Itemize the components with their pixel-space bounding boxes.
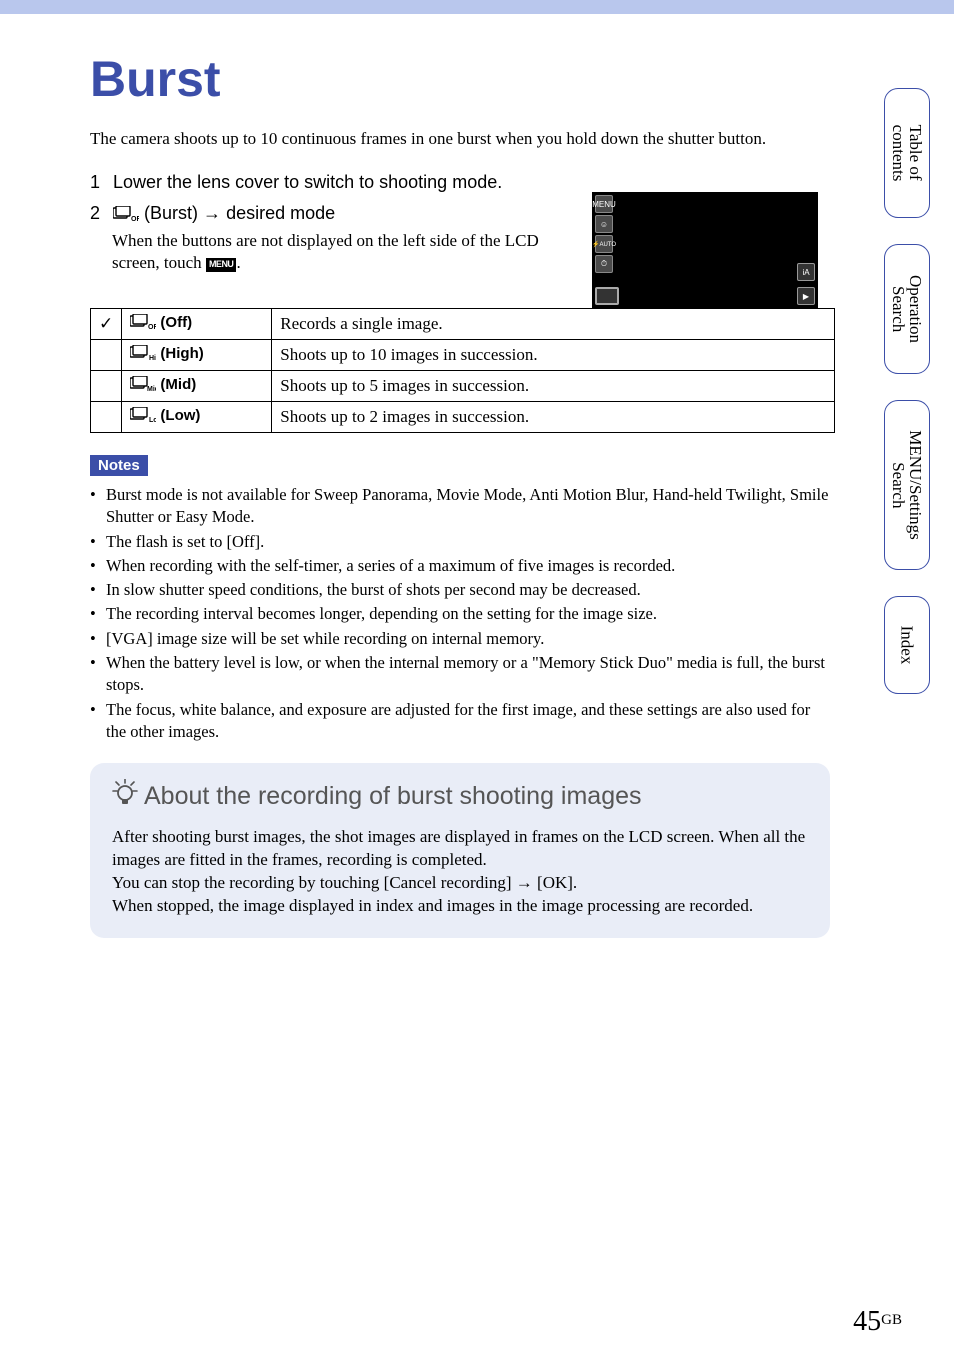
page-title: Burst bbox=[90, 50, 904, 108]
burst-hi-icon: Hi bbox=[130, 345, 156, 365]
page-num-value: 45 bbox=[853, 1306, 881, 1337]
side-tabs: Table of contents Operation Search MENU/… bbox=[884, 88, 930, 694]
thumb-flash-icon: ⚡AUTO bbox=[595, 235, 613, 253]
step-2-number: 2 bbox=[90, 200, 108, 227]
note-item: The recording interval becomes longer, d… bbox=[90, 603, 830, 625]
tab-label: MENU/Settings Search bbox=[890, 430, 924, 540]
mode-high-desc: Shoots up to 10 images in succession. bbox=[272, 340, 835, 371]
arrow-icon: → bbox=[203, 203, 221, 223]
svg-text:OFF: OFF bbox=[131, 216, 139, 222]
burst-modes-table: ✓ OFF (Off) Records a single image. Hi (… bbox=[90, 308, 835, 433]
mode-mid-label: Mid (Mid) bbox=[122, 371, 272, 402]
tab-label: Operation Search bbox=[890, 275, 924, 343]
thumb-mode-icon: iA bbox=[797, 263, 815, 281]
tab-label: Index bbox=[899, 626, 916, 665]
note-item: When recording with the self-timer, a se… bbox=[90, 555, 830, 577]
mode-mid-check bbox=[91, 371, 122, 402]
mode-high-label: Hi (High) bbox=[122, 340, 272, 371]
note-item: The focus, white balance, and exposure a… bbox=[90, 699, 830, 744]
mode-mid-desc: Shoots up to 5 images in succession. bbox=[272, 371, 835, 402]
burst-lo-icon: Lo bbox=[130, 407, 156, 427]
page-content: Burst The camera shoots up to 10 continu… bbox=[0, 0, 954, 938]
step-2-sub: When the buttons are not displayed on th… bbox=[112, 231, 539, 272]
mode-high-text: (High) bbox=[156, 345, 203, 362]
mode-low-label: Lo (Low) bbox=[122, 402, 272, 433]
note-item: In slow shutter speed conditions, the bu… bbox=[90, 579, 830, 601]
mode-off-text: (Off) bbox=[156, 314, 192, 331]
mode-high-check bbox=[91, 340, 122, 371]
burst-mid-icon: Mid bbox=[130, 376, 156, 396]
table-row: Mid (Mid) Shoots up to 5 images in succe… bbox=[91, 371, 835, 402]
thumb-smile-icon: ☺ bbox=[595, 215, 613, 233]
notes-label: Notes bbox=[90, 455, 148, 476]
page-num-suffix: GB bbox=[881, 1312, 902, 1328]
mode-off-desc: Records a single image. bbox=[272, 309, 835, 340]
tip-title-text: About the recording of burst shooting im… bbox=[144, 782, 642, 811]
thumb-menu-icon: MENU bbox=[595, 195, 613, 213]
page-number: 45GB bbox=[853, 1306, 902, 1338]
svg-text:Mid: Mid bbox=[147, 386, 156, 392]
step-1-number: 1 bbox=[90, 169, 108, 196]
tab-index[interactable]: Index bbox=[884, 596, 930, 694]
mode-mid-text: (Mid) bbox=[156, 376, 196, 393]
thumb-timer-icon: ⏱ bbox=[595, 255, 613, 273]
step-2-burst-label: (Burst) bbox=[144, 203, 198, 223]
note-item: When the battery level is low, or when t… bbox=[90, 652, 830, 697]
intro-text: The camera shoots up to 10 continuous fr… bbox=[90, 128, 810, 151]
step-2: 2 OFF (Burst) → desired mode When the bu… bbox=[90, 200, 590, 274]
thumb-burst-icon bbox=[595, 287, 619, 305]
table-row: ✓ OFF (Off) Records a single image. bbox=[91, 309, 835, 340]
note-item: [VGA] image size will be set while recor… bbox=[90, 628, 830, 650]
menu-icon: MENU bbox=[206, 258, 237, 272]
lcd-screenshot: MENU ☺ ⚡AUTO ⏱ iA ▶ bbox=[592, 192, 818, 308]
step-2-text-after: desired mode bbox=[226, 203, 335, 223]
tip-box: About the recording of burst shooting im… bbox=[90, 763, 830, 938]
step-2-description: When the buttons are not displayed on th… bbox=[112, 230, 590, 274]
tip-body: After shooting burst images, the shot im… bbox=[112, 826, 808, 918]
table-row: Hi (High) Shoots up to 10 images in succ… bbox=[91, 340, 835, 371]
step-1: 1 Lower the lens cover to switch to shoo… bbox=[90, 169, 590, 196]
note-item: The flash is set to [Off]. bbox=[90, 531, 830, 553]
notes-list: Burst mode is not available for Sweep Pa… bbox=[90, 484, 830, 743]
mode-off-check: ✓ bbox=[91, 309, 122, 340]
step-2-sub-end: . bbox=[236, 253, 240, 272]
tip-title: About the recording of burst shooting im… bbox=[112, 779, 808, 814]
mode-low-text: (Low) bbox=[156, 407, 200, 424]
burst-off-icon: OFF bbox=[113, 203, 139, 230]
lightbulb-icon bbox=[112, 779, 138, 814]
mode-low-check bbox=[91, 402, 122, 433]
thumb-play-icon: ▶ bbox=[797, 287, 815, 305]
tab-menu-settings-search[interactable]: MENU/Settings Search bbox=[884, 400, 930, 570]
tab-table-of-contents[interactable]: Table of contents bbox=[884, 88, 930, 218]
note-item: Burst mode is not available for Sweep Pa… bbox=[90, 484, 830, 529]
mode-low-desc: Shoots up to 2 images in succession. bbox=[272, 402, 835, 433]
burst-off-icon: OFF bbox=[130, 314, 156, 334]
table-row: Lo (Low) Shoots up to 2 images in succes… bbox=[91, 402, 835, 433]
mode-off-label: OFF (Off) bbox=[122, 309, 272, 340]
step-1-text: Lower the lens cover to switch to shooti… bbox=[113, 172, 502, 192]
notes-section: Notes Burst mode is not available for Sw… bbox=[90, 455, 904, 743]
tab-operation-search[interactable]: Operation Search bbox=[884, 244, 930, 374]
tab-label: Table of contents bbox=[890, 125, 924, 182]
